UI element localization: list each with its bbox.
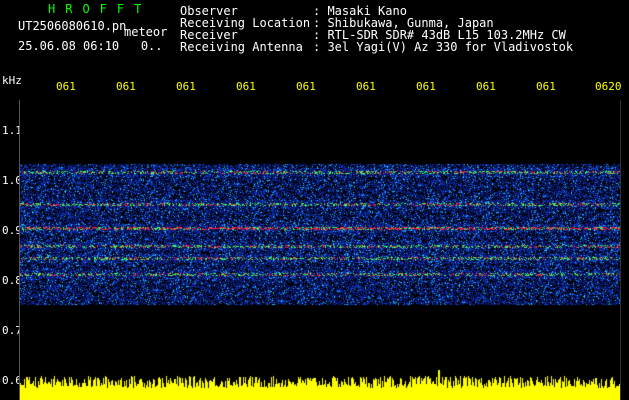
x-tick-label: 061 xyxy=(296,80,316,93)
y-axis-unit: kHz xyxy=(2,74,22,87)
x-tick-label: 061 xyxy=(236,80,256,93)
x-tick-label: 061 xyxy=(416,80,436,93)
file-name: UT2506080610.pn xyxy=(18,19,127,33)
x-tick-label: 061 xyxy=(56,80,76,93)
meteor-label: meteor xyxy=(124,25,168,39)
x-tick-label: 061 xyxy=(116,80,136,93)
x-tick-label: 061 xyxy=(356,80,376,93)
x-tick-label: 0620 xyxy=(595,80,622,93)
spectrogram-plot xyxy=(20,100,620,400)
antenna-value: : 3el Yagi(V) Az 330 for Vladivostok xyxy=(313,40,574,54)
x-tick-label: 061 xyxy=(476,80,496,93)
antenna-key: Receiving Antenna xyxy=(180,40,303,54)
plot-right-edge xyxy=(620,100,621,400)
app-title: HROFFT xyxy=(48,2,152,16)
x-tick-label: 061 xyxy=(176,80,196,93)
x-tick-label: 061 xyxy=(536,80,556,93)
date-time: 25.06.08 06:10 0.. xyxy=(18,39,163,53)
